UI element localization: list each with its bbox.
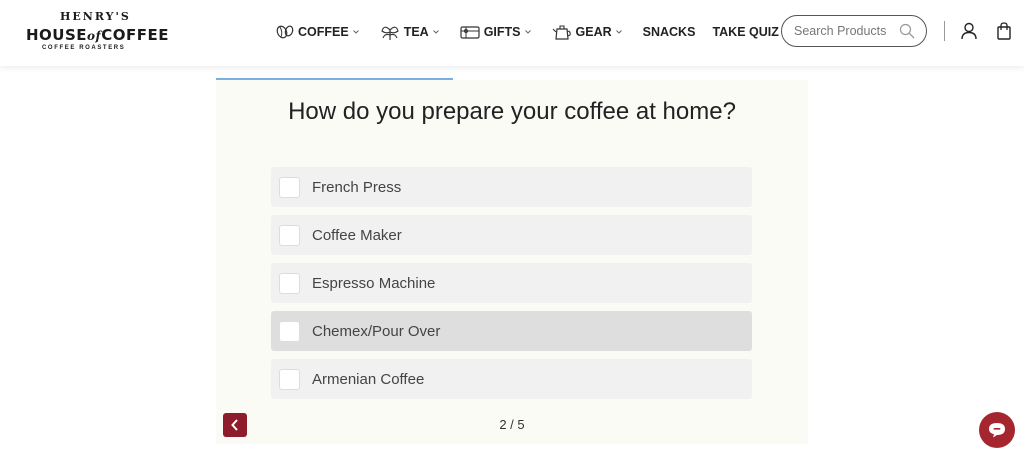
- coffee-bean-icon: [276, 25, 294, 39]
- nav-label-gear: GEAR: [575, 25, 612, 39]
- chevron-down-icon: [432, 30, 439, 34]
- option-label: French Press: [312, 179, 402, 196]
- option-checkbox[interactable]: [279, 225, 300, 246]
- page-indicator: 2 / 5: [499, 417, 525, 432]
- search-input[interactable]: [794, 24, 894, 38]
- quiz-options-list: French Press Coffee Maker Espresso Machi…: [271, 167, 752, 407]
- quiz-option[interactable]: Chemex/Pour Over: [271, 311, 752, 351]
- quiz-progress-bar: [216, 78, 808, 80]
- chevron-down-icon: [615, 30, 622, 34]
- logo-main-text: HOUSEofCOFFEE: [26, 26, 169, 44]
- chevron-down-icon: [524, 30, 531, 34]
- site-header: HENRY'S HOUSEofCOFFEE COFFEE ROASTERS CO…: [0, 0, 1024, 66]
- option-checkbox[interactable]: [279, 177, 300, 198]
- quiz-option[interactable]: Espresso Machine: [271, 263, 752, 303]
- quiz-progress-fill: [216, 78, 453, 80]
- chevron-down-icon: [352, 30, 359, 34]
- quiz-option[interactable]: French Press: [271, 167, 752, 207]
- logo-top-text: HENRY'S: [60, 10, 131, 23]
- chat-bubble-icon: [989, 423, 1005, 438]
- chat-button[interactable]: [979, 412, 1015, 448]
- option-label: Chemex/Pour Over: [312, 323, 441, 340]
- option-checkbox[interactable]: [279, 273, 300, 294]
- quiz-question: How do you prepare your coffee at home?: [288, 98, 736, 125]
- nav-item-gear[interactable]: GEAR: [552, 23, 626, 41]
- kettle-icon: [552, 25, 571, 40]
- option-checkbox[interactable]: [279, 321, 300, 342]
- chevron-left-icon: [231, 419, 238, 431]
- gift-card-icon: [460, 26, 480, 39]
- tea-leaf-icon: [381, 26, 399, 40]
- nav-label-coffee: COFFEE: [298, 25, 349, 39]
- option-label: Coffee Maker: [312, 227, 402, 244]
- nav-item-take-quiz[interactable]: TAKE QUIZ: [712, 25, 778, 39]
- logo-sub-text: COFFEE ROASTERS: [42, 45, 126, 51]
- nav-item-tea[interactable]: TEA: [380, 23, 443, 41]
- quiz-option[interactable]: Coffee Maker: [271, 215, 752, 255]
- nav-label-snacks: SNACKS: [642, 25, 696, 39]
- search-icon[interactable]: [899, 23, 915, 39]
- nav-item-coffee[interactable]: COFFEE: [276, 24, 363, 40]
- search-box: [781, 15, 927, 47]
- option-label: Espresso Machine: [312, 275, 436, 292]
- quiz-option[interactable]: Armenian Coffee: [271, 359, 752, 399]
- header-divider: [944, 21, 945, 41]
- back-button[interactable]: [223, 413, 247, 437]
- user-account-icon[interactable]: [960, 22, 978, 40]
- main-nav: COFFEE TEA GIFTS GEAR SNACKS TAKE QUIZ: [276, 22, 796, 42]
- option-checkbox[interactable]: [279, 369, 300, 390]
- option-label: Armenian Coffee: [312, 371, 425, 388]
- nav-label-tea: TEA: [403, 25, 429, 39]
- brand-logo[interactable]: HENRY'S HOUSEofCOFFEE COFFEE ROASTERS: [26, 10, 168, 54]
- nav-item-snacks[interactable]: SNACKS: [643, 25, 696, 39]
- nav-item-gifts[interactable]: GIFTS: [460, 24, 535, 40]
- nav-label-gifts: GIFTS: [483, 25, 521, 39]
- shopping-bag-icon[interactable]: [996, 22, 1012, 40]
- nav-label-take-quiz: TAKE QUIZ: [712, 25, 779, 39]
